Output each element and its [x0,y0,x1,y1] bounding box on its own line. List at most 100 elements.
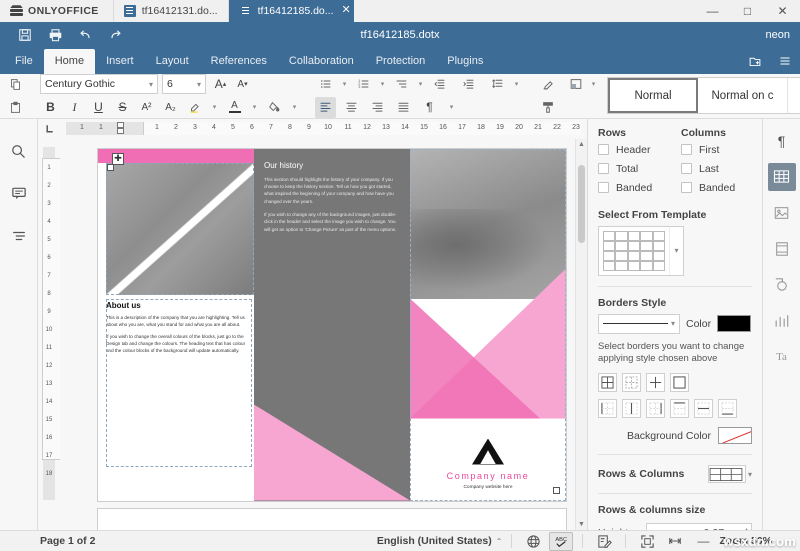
font-name-input[interactable]: Century Gothic ▾ [40,74,158,94]
italic-button[interactable]: I [64,97,85,118]
document-tab-1[interactable]: tf16412131.do... [113,0,229,22]
checkbox[interactable] [598,163,609,174]
image-settings-icon[interactable] [768,199,796,227]
undo-icon[interactable] [70,24,100,46]
vertical-ruler[interactable]: 1234 5678 9101112 13141516 1718 [43,147,55,501]
clear-style-icon[interactable] [537,74,558,95]
chevron-down-icon[interactable]: ▾ [376,74,389,95]
scroll-up-icon[interactable]: ▲ [576,141,587,148]
image-selection-box[interactable] [106,163,254,295]
chevron-down-icon[interactable]: ▾ [669,227,683,275]
text-selection-box[interactable] [106,299,252,467]
superscript-button[interactable]: A² [136,97,157,118]
checkbox[interactable] [598,144,609,155]
checkbox[interactable] [598,182,609,193]
outer-borders-icon[interactable] [670,373,689,392]
paragraph-settings-icon[interactable]: ¶ [768,127,796,155]
table-selection-box[interactable] [410,149,566,501]
column-option-first[interactable]: First [681,144,752,156]
border-line-style-select[interactable]: ▾ [598,314,680,334]
scroll-thumb[interactable] [578,165,585,243]
resize-handle[interactable] [107,164,114,171]
height-input[interactable]: 9.37 cm ▴▾ [646,523,752,530]
right-border-icon[interactable] [646,399,665,418]
inner-vertical-border-icon[interactable] [622,399,641,418]
language-label[interactable]: English (United States) [377,535,492,547]
tab-home[interactable]: Home [44,49,95,74]
save-icon[interactable] [10,24,40,46]
top-border-icon[interactable] [670,399,689,418]
tab-collaboration[interactable]: Collaboration [278,49,365,74]
style-normal-on-c[interactable]: Normal on c [698,78,788,113]
show-formatting-marks-button[interactable]: ¶ [419,97,440,118]
chevron-down-icon[interactable]: ▾ [288,97,301,118]
header-footer-settings-icon[interactable] [768,235,796,263]
numbered-list-icon[interactable]: 123 [353,74,374,95]
inner-horizontal-border-icon[interactable] [694,399,713,418]
highlight-color-icon[interactable] [184,97,205,118]
decrease-font-size-button[interactable]: A▾ [232,74,253,95]
headings-icon[interactable] [6,223,32,249]
increase-indent-icon[interactable] [458,74,479,95]
chevron-down-icon[interactable]: ▾ [587,74,600,95]
set-document-language-icon[interactable] [521,532,545,551]
tab-file[interactable]: File [4,49,44,74]
left-border-icon[interactable] [598,399,617,418]
scroll-down-icon[interactable]: ▼ [576,521,587,528]
align-left-icon[interactable] [315,97,336,118]
document-canvas[interactable]: About us This is a description of the co… [60,139,575,531]
tab-plugins[interactable]: Plugins [436,49,494,74]
inner-borders-icon[interactable] [622,373,641,392]
row-option-banded[interactable]: Banded [598,182,669,194]
column-option-last[interactable]: Last [681,163,752,175]
chevron-down-icon[interactable]: ▾ [149,80,153,89]
chevron-down-icon[interactable]: ▾ [445,97,458,118]
vertical-scrollbar[interactable]: ▲ ▼ [575,139,587,531]
align-justify-icon[interactable] [393,97,414,118]
print-icon[interactable] [40,24,70,46]
checkbox[interactable] [681,182,692,193]
chevron-up-icon[interactable]: ⌃ [496,537,503,546]
rows-columns-dropdown[interactable]: ▾ [708,465,752,483]
view-settings-icon[interactable] [770,49,800,74]
checkbox[interactable] [681,144,692,155]
paragraph-fill-icon[interactable] [264,97,285,118]
close-button[interactable]: ✕ [765,0,800,22]
row-option-header[interactable]: Header [598,144,669,156]
copy-style-icon[interactable] [537,97,558,118]
chevron-down-icon[interactable]: ▾ [248,97,261,118]
fit-page-icon[interactable] [635,532,659,551]
tab-layout[interactable]: Layout [145,49,200,74]
comments-icon[interactable] [6,181,32,207]
align-right-icon[interactable] [367,97,388,118]
tab-stop-selector[interactable] [38,119,60,139]
font-color-button[interactable]: A [224,97,245,118]
chart-settings-icon[interactable] [768,307,796,335]
all-borders-icon[interactable] [598,373,617,392]
track-changes-icon[interactable] [592,532,616,551]
strikethrough-button[interactable]: S [112,97,133,118]
tab-insert[interactable]: Insert [95,49,145,74]
fit-width-icon[interactable] [663,532,687,551]
chevron-down-icon[interactable]: ▾ [671,319,675,328]
left-indent-marker[interactable] [117,128,124,134]
multilevel-list-icon[interactable] [391,74,412,95]
copy-icon[interactable] [5,74,26,95]
zoom-out-button[interactable]: — [691,532,715,551]
increase-font-size-button[interactable]: A▴ [210,74,231,95]
decrease-indent-icon[interactable] [429,74,450,95]
bullet-list-icon[interactable] [315,74,336,95]
font-size-input[interactable]: 6 ▾ [162,74,206,94]
chevron-down-icon[interactable]: ▾ [748,470,752,479]
row-option-total[interactable]: Total [598,163,669,175]
chevron-down-icon[interactable]: ▾ [208,97,221,118]
minimize-button[interactable]: — [695,0,730,22]
bottom-border-icon[interactable] [718,399,737,418]
document-page-2[interactable] [98,509,566,531]
style-normal[interactable]: Normal [608,78,698,113]
document-page-1[interactable]: About us This is a description of the co… [98,149,566,501]
rows-columns-preview[interactable] [708,465,746,483]
open-file-location-icon[interactable] [740,49,770,74]
align-center-icon[interactable] [341,97,362,118]
user-name[interactable]: neon [766,29,790,41]
